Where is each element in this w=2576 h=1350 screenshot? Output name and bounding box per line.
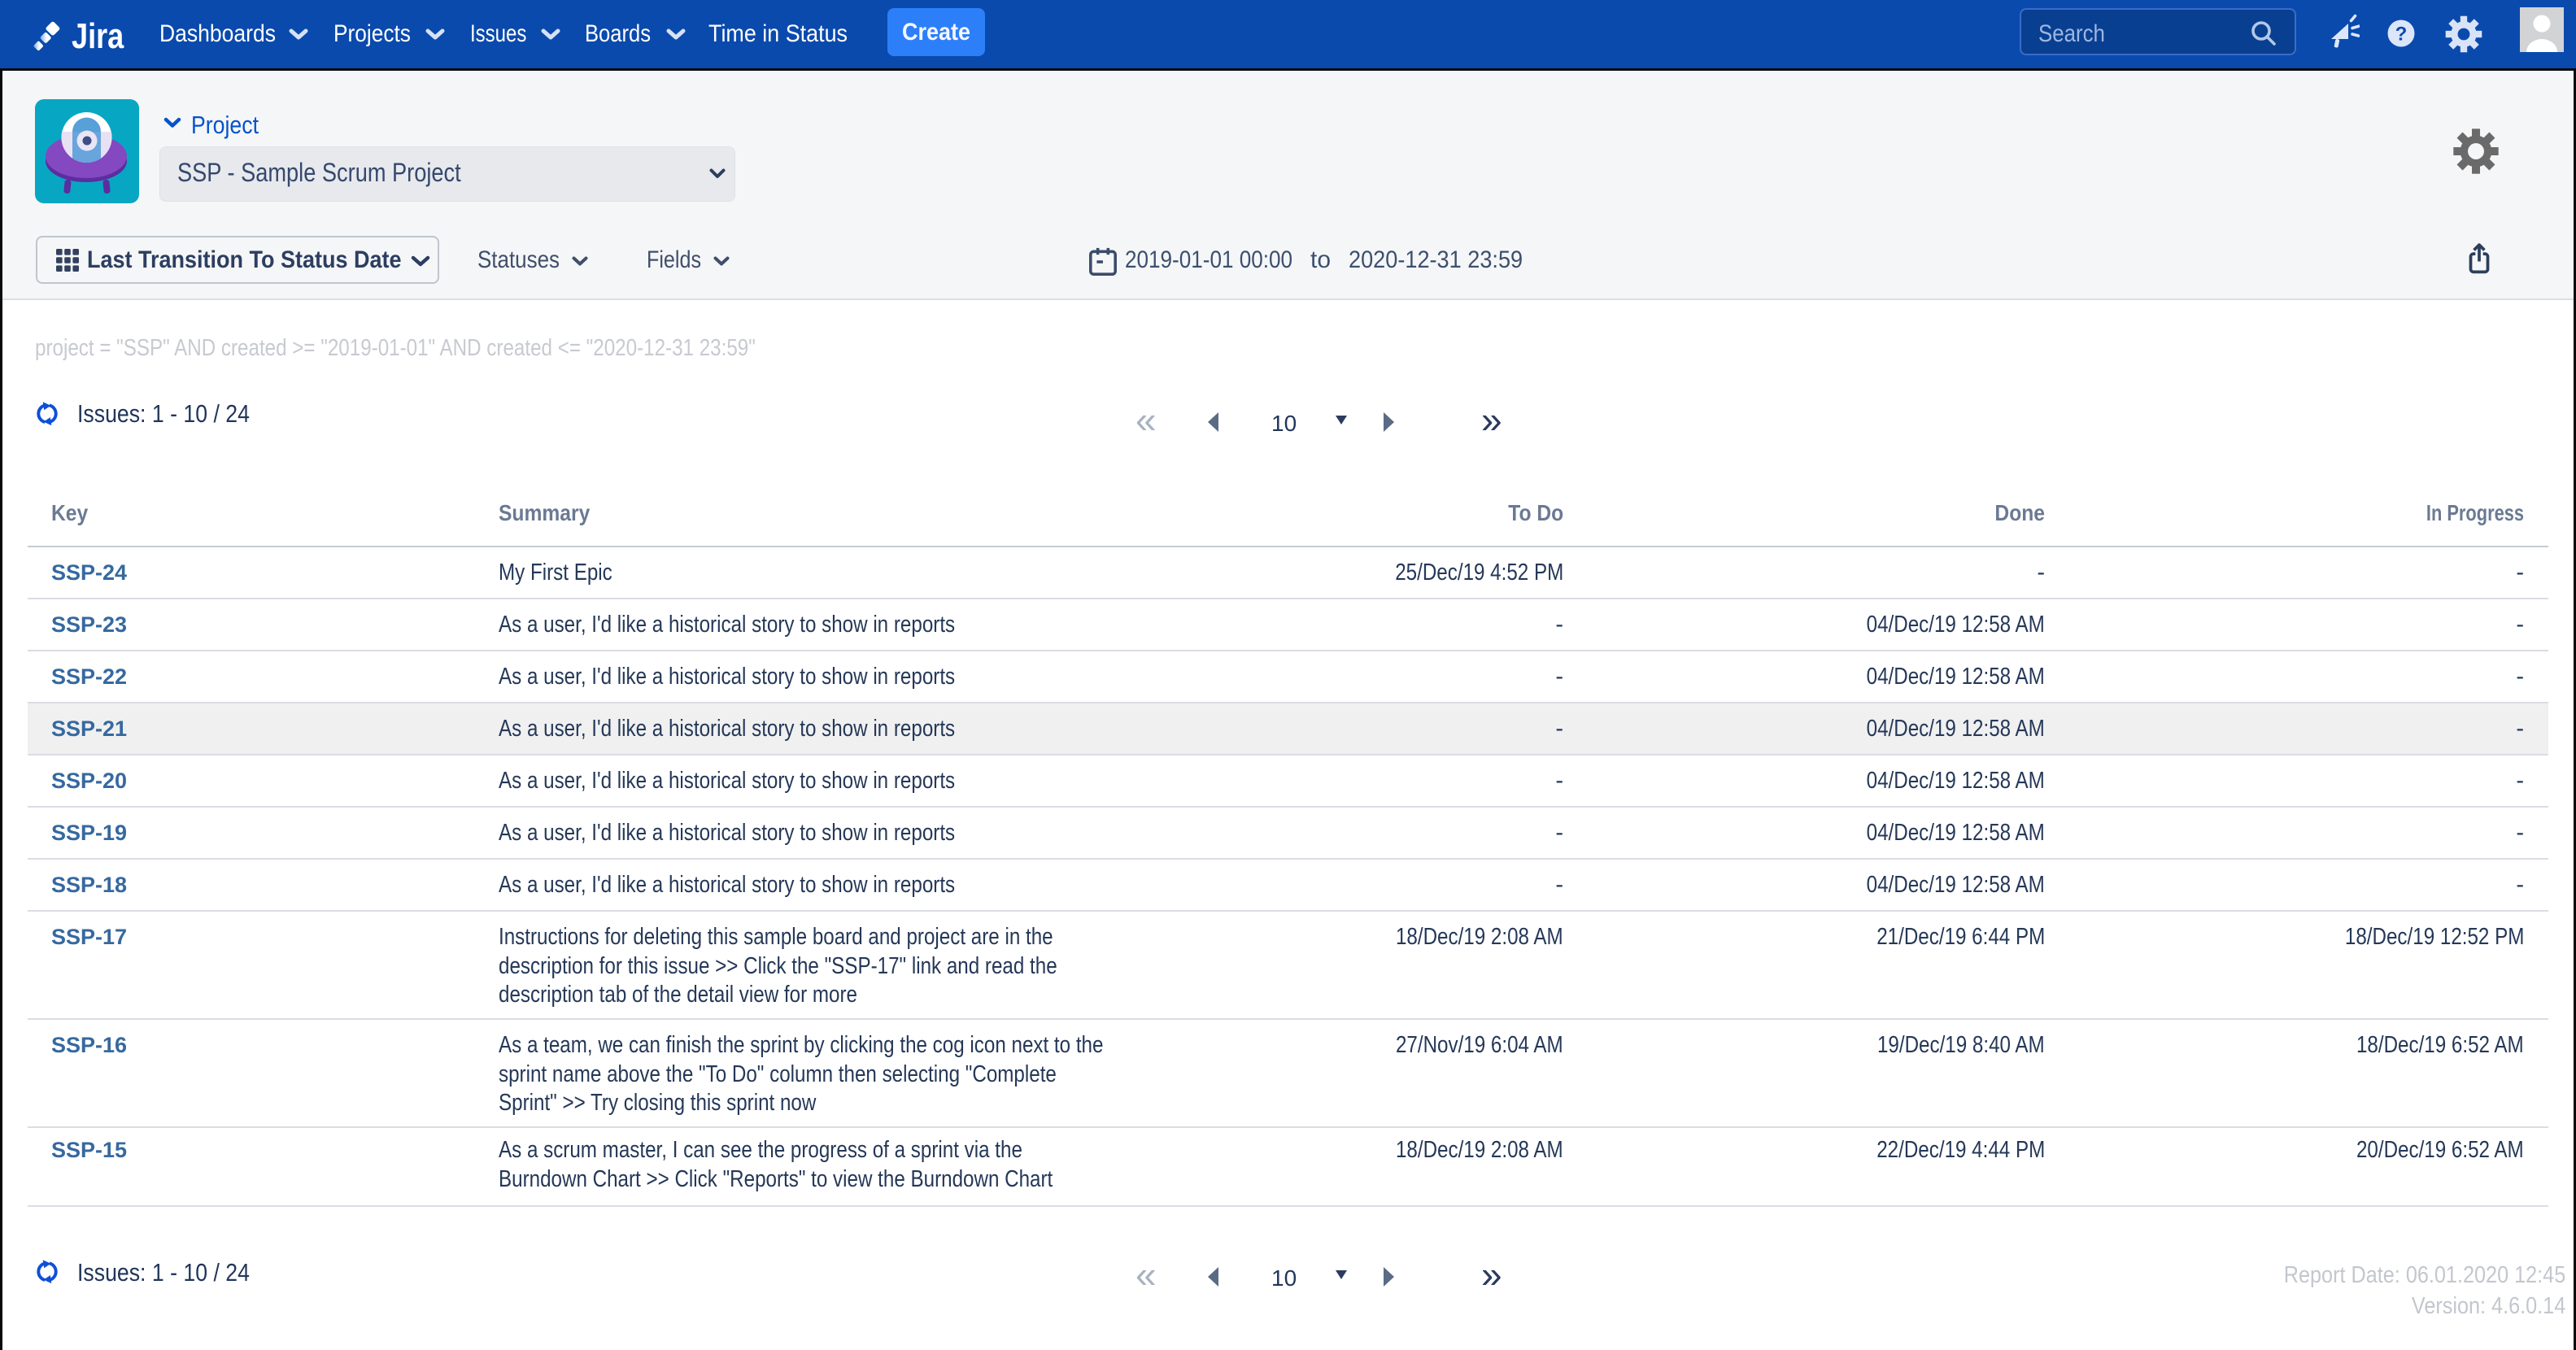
svg-text:?: ?	[2395, 24, 2408, 46]
